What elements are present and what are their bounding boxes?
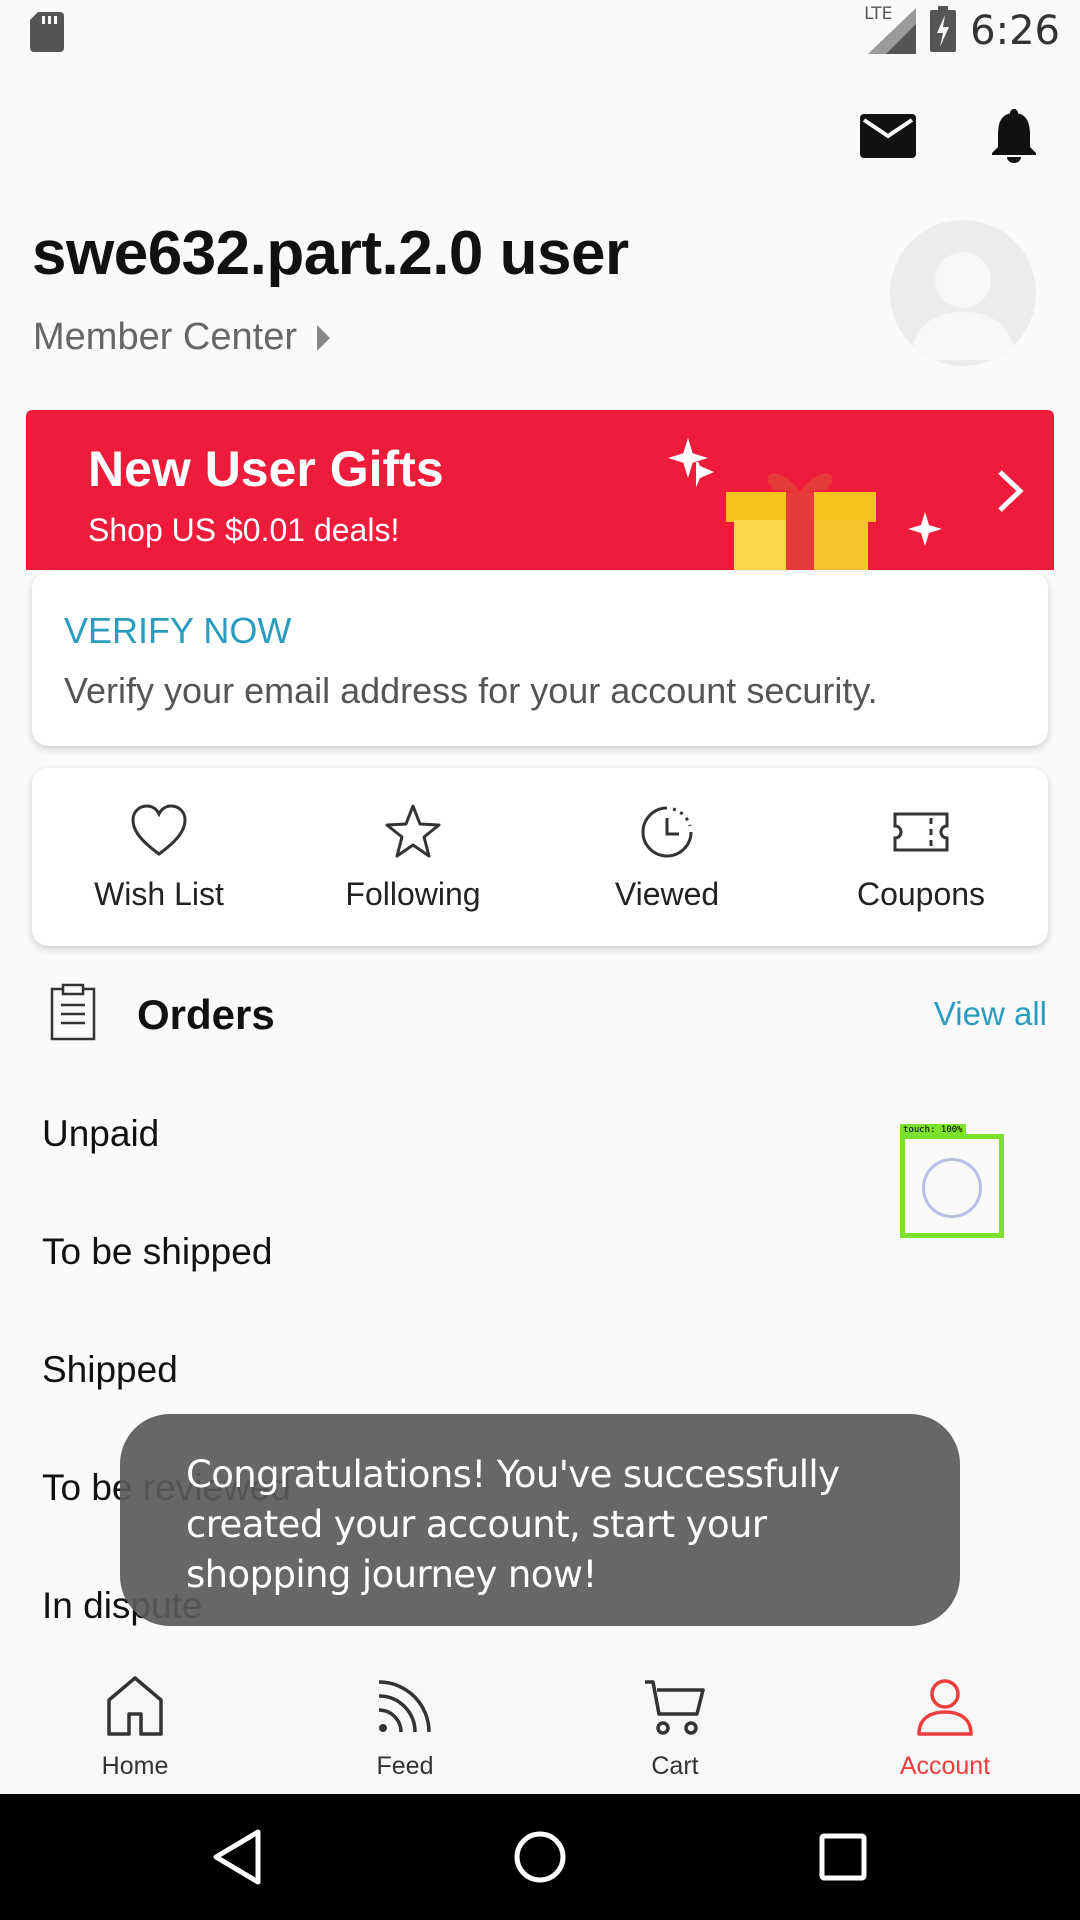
chevron-right-icon [316,324,330,351]
following-label: Following [345,876,481,912]
banner-title: New User Gifts [88,441,444,497]
touch-point-circle [922,1158,982,1218]
quick-links: Wish List Following Viewed Coupons [32,768,1048,946]
signal-icon: LTE [864,4,917,54]
member-center-link[interactable]: Member Center [33,316,330,359]
clock-icon [641,806,693,858]
coupons-button[interactable]: Coupons [794,768,1048,946]
following-button[interactable]: Following [286,768,540,946]
nav-home-label: Home [101,1752,169,1780]
clipboard-icon [50,983,96,1041]
recents-icon[interactable] [810,1824,876,1890]
order-status-unpaid[interactable]: Unpaid [42,1113,159,1155]
banner-subtitle: Shop US $0.01 deals! [88,512,400,548]
toast-message: Congratulations! You've successfully cre… [120,1414,960,1626]
gift-icon [696,462,876,570]
viewed-label: Viewed [614,876,720,912]
bottom-navigation: Home Feed Cart Account [0,1648,1080,1794]
feed-icon [378,1680,431,1733]
order-status-shipped[interactable]: Shipped [42,1349,178,1391]
bell-icon[interactable] [986,108,1042,164]
clock-time: 6:26 [970,8,1060,54]
nav-home[interactable]: Home [0,1648,270,1794]
username: swe632.part.2.0 user [32,219,629,288]
nav-cart-label: Cart [651,1752,699,1780]
verify-email-card[interactable]: VERIFY NOW Verify your email address for… [32,572,1048,746]
wish-list-label: Wish List [94,876,224,912]
new-user-gifts-banner[interactable]: New User Gifts Shop US $0.01 deals! [26,410,1054,570]
wish-list-button[interactable]: Wish List [32,768,286,946]
cart-icon [645,1680,705,1735]
heart-icon [131,804,187,856]
nav-account-label: Account [899,1752,991,1780]
nav-cart[interactable]: Cart [540,1648,810,1794]
nav-account[interactable]: Account [810,1648,1080,1794]
orders-title: Orders [137,991,275,1038]
star-icon [385,804,441,858]
header-actions [860,108,1042,164]
verify-description: Verify your email address for your accou… [64,670,878,711]
order-status-to-be-shipped[interactable]: To be shipped [42,1231,272,1273]
member-center-label: Member Center [33,316,297,358]
home-circle-icon[interactable] [507,1824,573,1890]
sparkle-icon [908,512,942,546]
sparkle-icon [668,438,708,478]
mail-icon[interactable] [860,108,916,164]
viewed-button[interactable]: Viewed [540,768,794,946]
back-icon[interactable] [204,1824,270,1890]
account-screen: LTE 6:26 swe632.part.2.0 user Member Cen… [0,0,1080,1920]
avatar[interactable] [890,220,1036,366]
status-bar: LTE 6:26 [0,0,1080,64]
battery-charging-icon [930,5,957,57]
verify-now-link[interactable]: VERIFY NOW [64,610,291,652]
sd-card-icon [30,12,64,52]
toast-text: Congratulations! You've successfully cre… [186,1453,840,1596]
chevron-right-icon [998,470,1024,512]
nav-feed[interactable]: Feed [270,1648,540,1794]
coupon-icon [893,812,949,852]
nav-feed-label: Feed [376,1752,434,1780]
system-navigation-bar [0,1794,1080,1920]
orders-header: Orders View all [0,975,1080,1055]
network-type: LTE [864,4,893,24]
home-icon [107,1676,163,1736]
account-icon [917,1679,973,1736]
view-all-orders-link[interactable]: View all [934,995,1047,1033]
coupons-label: Coupons [856,876,986,912]
